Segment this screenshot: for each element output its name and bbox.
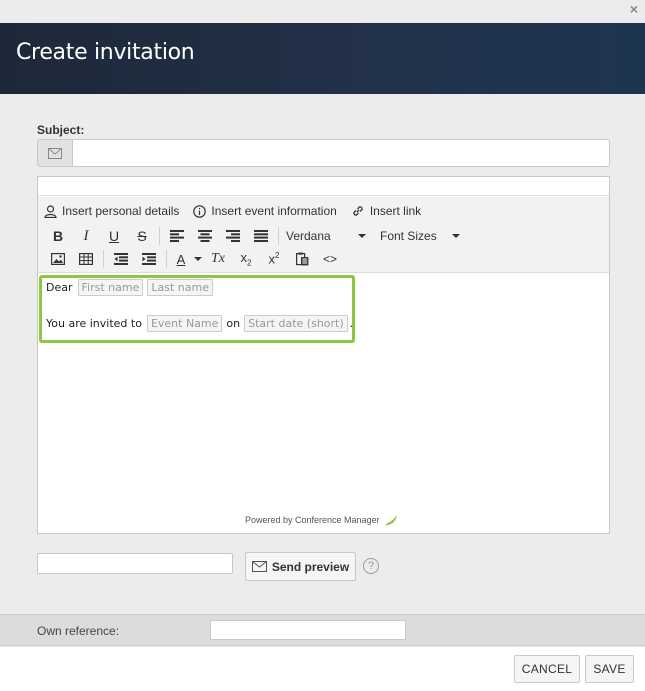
- align-right-button[interactable]: [219, 225, 247, 247]
- view-html-button[interactable]: <>: [316, 248, 344, 270]
- insert-personal-details-button[interactable]: Insert personal details: [44, 204, 179, 218]
- insert-event-information-button[interactable]: Insert event information: [193, 204, 337, 218]
- font-size-select[interactable]: Font Sizes: [376, 229, 464, 243]
- bold-button[interactable]: B: [44, 225, 72, 247]
- insert-link-button[interactable]: Insert link: [351, 204, 421, 218]
- envelope-icon: [37, 139, 72, 167]
- indent-icon: [142, 253, 156, 265]
- clear-format-button[interactable]: Tx: [204, 248, 232, 270]
- chevron-down-icon: [452, 234, 460, 238]
- align-justify-icon: [254, 230, 268, 242]
- font-size-value: Font Sizes: [380, 229, 437, 243]
- link-icon: [353, 206, 363, 216]
- envelope-icon: [251, 561, 267, 572]
- own-reference-input[interactable]: [210, 620, 406, 640]
- chevron-down-icon: [194, 257, 202, 261]
- editor-content-area[interactable]: Dear First name Last name You are invite…: [38, 274, 609, 533]
- preview-email-input[interactable]: [37, 553, 233, 574]
- last-name-placeholder[interactable]: Last name: [147, 279, 213, 296]
- send-preview-label: Send preview: [271, 559, 350, 574]
- save-button[interactable]: SAVE: [585, 655, 634, 683]
- outdent-icon: [114, 253, 128, 265]
- insert-image-button[interactable]: [44, 248, 72, 270]
- editor-top-strip: [38, 177, 609, 196]
- align-left-button[interactable]: [163, 225, 191, 247]
- align-left-icon: [170, 230, 184, 242]
- strikethrough-button[interactable]: S: [128, 225, 156, 247]
- subject-input[interactable]: [72, 139, 610, 167]
- chevron-down-icon: [358, 234, 366, 238]
- insert-personal-details-label: Insert personal details: [62, 204, 180, 218]
- send-preview-button[interactable]: Send preview: [245, 552, 356, 581]
- insert-event-information-label: Insert event information: [211, 204, 337, 218]
- editor-toolbar: Insert personal details Insert event inf…: [38, 197, 609, 273]
- indent-button[interactable]: [135, 248, 163, 270]
- own-reference-bar: Own reference:: [0, 614, 645, 646]
- greeting-prefix: Dear: [46, 281, 73, 294]
- leaf-logo-icon: [384, 515, 397, 526]
- powered-by-footer: Powered by Conference Manager: [245, 513, 399, 527]
- superscript-icon: x2: [268, 251, 280, 267]
- text-color-button[interactable]: A: [170, 248, 192, 270]
- first-name-placeholder[interactable]: First name: [77, 279, 144, 296]
- info-icon: [193, 204, 207, 218]
- toolbar-separator: [103, 250, 104, 268]
- subscript-button[interactable]: x2: [232, 248, 260, 270]
- dialog-header: Create invitation: [0, 23, 645, 94]
- greeting-line: Dear First name Last name: [46, 279, 215, 296]
- help-icon[interactable]: ?: [363, 558, 379, 574]
- underline-button[interactable]: U: [100, 225, 128, 247]
- italic-button[interactable]: I: [72, 225, 100, 247]
- toolbar-separator: [159, 227, 160, 245]
- cancel-button[interactable]: CANCEL: [514, 655, 580, 683]
- invitation-suffix: .: [349, 317, 354, 330]
- insert-link-label: Insert link: [369, 204, 422, 218]
- font-family-select[interactable]: Verdana: [282, 229, 370, 243]
- window-topbar: ×: [0, 0, 645, 23]
- powered-by-text: Powered by Conference Manager: [245, 515, 380, 525]
- superscript-button[interactable]: x2: [260, 248, 288, 270]
- paste-icon: [295, 252, 308, 266]
- close-icon[interactable]: ×: [627, 2, 641, 16]
- person-icon: [44, 204, 57, 218]
- align-center-icon: [198, 230, 212, 242]
- image-icon: [51, 253, 65, 265]
- dialog-title: Create invitation: [16, 40, 195, 65]
- toolbar-separator: [166, 250, 167, 268]
- start-date-placeholder[interactable]: Start date (short): [244, 315, 348, 332]
- table-icon: [79, 253, 93, 265]
- align-justify-button[interactable]: [247, 225, 275, 247]
- font-family-value: Verdana: [286, 229, 331, 243]
- on-word: on: [226, 317, 241, 330]
- align-center-button[interactable]: [191, 225, 219, 247]
- insert-table-button[interactable]: [72, 248, 100, 270]
- text-color-dropdown[interactable]: [192, 248, 204, 270]
- subject-label: Subject:: [37, 123, 85, 137]
- subscript-icon: x2: [240, 250, 252, 268]
- rich-text-editor: Insert personal details Insert event inf…: [37, 176, 610, 534]
- invitation-prefix: You are invited to: [46, 317, 142, 330]
- outdent-button[interactable]: [107, 248, 135, 270]
- invitation-line: You are invited to Event Name on Start d…: [46, 315, 353, 332]
- subject-field-group: [37, 139, 610, 167]
- own-reference-label: Own reference:: [37, 624, 120, 638]
- paste-button[interactable]: [288, 248, 316, 270]
- event-name-placeholder[interactable]: Event Name: [146, 315, 223, 332]
- toolbar-separator: [278, 227, 279, 245]
- dialog-footer: CANCEL SAVE: [0, 647, 645, 691]
- align-right-icon: [226, 230, 240, 242]
